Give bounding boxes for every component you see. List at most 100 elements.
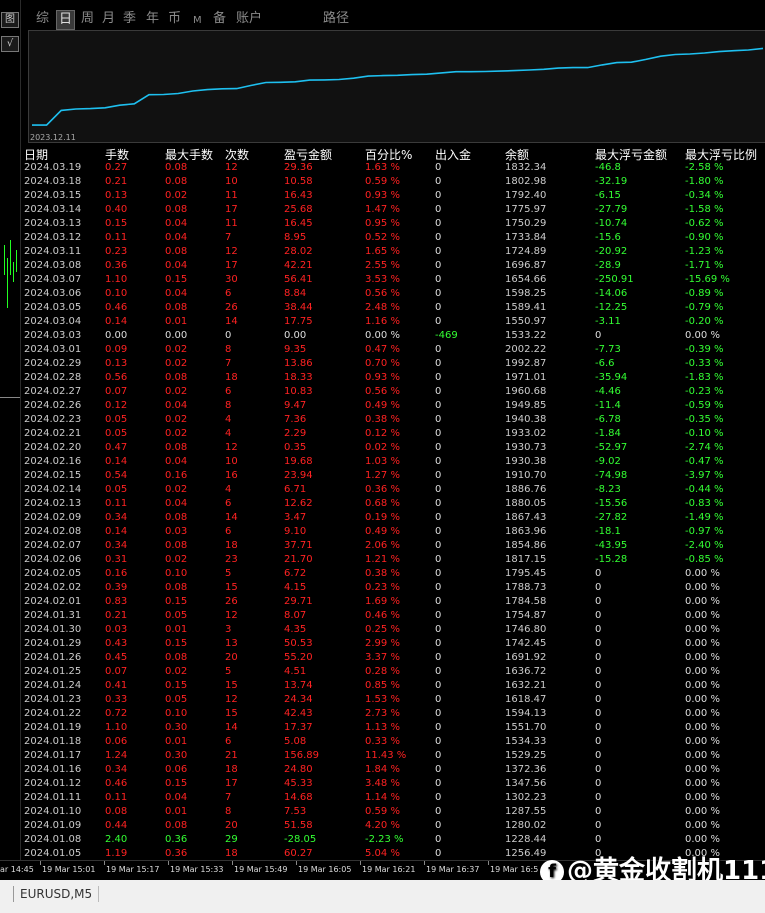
table-cell: 0.02 (165, 190, 188, 201)
table-cell: 29 (225, 834, 238, 845)
table-row[interactable]: 2024.02.05 0.16 0.10 5 6.72 0.38 % 0 1795.45 0 0.… (21, 567, 765, 581)
table-cell: 0.40 (105, 204, 128, 215)
table-row[interactable]: 2024.03.04 0.14 0.01 14 17.75 1.16 % 0 1550.97 -… (21, 315, 765, 329)
table-row[interactable]: 2024.01.16 0.34 0.06 18 24.80 1.84 % 0 1372.36 0… (21, 763, 765, 777)
table-row[interactable]: 2024.02.28 0.56 0.08 18 18.33 0.93 % 0 1971.01 -… (21, 371, 765, 385)
table-row[interactable]: 2024.03.01 0.09 0.02 8 9.35 0.47 % 0 2002.22 -7.… (21, 343, 765, 357)
table-row[interactable]: 2024.02.13 0.11 0.04 6 12.62 0.68 % 0 1880.05 -1… (21, 497, 765, 511)
table-row[interactable]: 2024.02.23 0.05 0.02 4 7.36 0.38 % 0 1940.38 -6.… (21, 413, 765, 427)
table-row[interactable]: 2024.02.27 0.07 0.02 6 10.83 0.56 % 0 1960.68 -4… (21, 385, 765, 399)
table-cell: 2024.03.12 (24, 232, 82, 243)
chart-mode-button[interactable]: 图 (1, 12, 19, 28)
table-row[interactable]: 2024.02.29 0.13 0.02 7 13.86 0.70 % 0 1992.87 -6… (21, 357, 765, 371)
table-cell: 4 (225, 484, 232, 495)
table-cell: 16 (225, 470, 238, 481)
table-row[interactable]: 2024.03.08 0.36 0.04 17 42.21 2.55 % 0 1696.87 -… (21, 259, 765, 273)
tab-8[interactable]: 备 (211, 10, 228, 28)
table-cell: 0 (435, 274, 442, 285)
table-cell: 0 (435, 554, 442, 565)
table-row[interactable]: 2024.02.16 0.14 0.04 10 19.68 1.03 % 0 1930.38 -… (21, 455, 765, 469)
tab-9[interactable]: 账户 (234, 10, 264, 28)
tab-0[interactable]: 综 (34, 10, 51, 28)
table-row[interactable]: 2024.01.25 0.07 0.02 5 4.51 0.28 % 0 1636.72 0 0.… (21, 665, 765, 679)
tab-2[interactable]: 周 (79, 10, 96, 28)
table-row[interactable]: 2024.02.14 0.05 0.02 4 6.71 0.36 % 0 1886.76 -8.… (21, 483, 765, 497)
table-row[interactable]: 2024.02.06 0.31 0.02 23 21.70 1.21 % 0 1817.15 -… (21, 553, 765, 567)
table-row[interactable]: 2024.02.08 0.14 0.03 6 9.10 0.49 % 0 1863.96 -18… (21, 525, 765, 539)
table-cell: 2002.22 (505, 344, 547, 355)
table-row[interactable]: 2024.01.30 0.03 0.01 3 4.35 0.25 % 0 1746.80 0 0.… (21, 623, 765, 637)
table-cell: 12 (225, 246, 238, 257)
table-row[interactable]: 2024.03.15 0.13 0.02 11 16.43 0.93 % 0 1792.40 -… (21, 189, 765, 203)
table-row[interactable]: 2024.02.01 0.83 0.15 26 29.71 1.69 % 0 1784.58 0… (21, 595, 765, 609)
table-row[interactable]: 2024.01.17 1.24 0.30 21 156.89 11.43 % 0 1529.2… (21, 749, 765, 763)
table-row[interactable]: 2024.01.24 0.41 0.15 15 13.74 0.85 % 0 1632.21 0… (21, 679, 765, 693)
table-row[interactable]: 2024.03.12 0.11 0.04 7 8.95 0.52 % 0 1733.84 -15… (21, 231, 765, 245)
table-cell: 0.36 (165, 834, 188, 845)
table-cell: 1347.56 (505, 778, 547, 789)
chart-tab-eurusd[interactable]: EURUSD,M5 (13, 886, 100, 902)
table-cell: 1589.41 (505, 302, 547, 313)
table-row[interactable]: 2024.03.06 0.10 0.04 6 8.84 0.56 % 0 1598.25 -14… (21, 287, 765, 301)
table-row[interactable]: 2024.01.22 0.72 0.10 15 42.43 2.73 % 0 1594.13 0… (21, 707, 765, 721)
table-row[interactable]: 2024.02.21 0.05 0.02 4 2.29 0.12 % 0 1933.02 -1.… (21, 427, 765, 441)
tab-5[interactable]: 年 (144, 10, 161, 28)
table-row[interactable]: 2024.03.03 0.00 0.00 0 0.00 0.00 % -469 1533.22… (21, 329, 765, 343)
table-cell: 0 (595, 764, 602, 775)
table-row[interactable]: 2024.01.23 0.33 0.05 12 24.34 1.53 % 0 1618.47 0… (21, 693, 765, 707)
table-row[interactable]: 2024.01.29 0.43 0.15 13 50.53 2.99 % 0 1742.45 0… (21, 637, 765, 651)
check-toggle-button[interactable]: √ (1, 36, 19, 52)
table-row[interactable]: 2024.02.26 0.12 0.04 8 9.47 0.49 % 0 1949.85 -11… (21, 399, 765, 413)
table-cell: 6 (225, 498, 232, 509)
table-row[interactable]: 2024.01.26 0.45 0.08 20 55.20 3.37 % 0 1691.92 0… (21, 651, 765, 665)
table-row[interactable]: 2024.01.09 0.44 0.08 20 51.58 4.20 % 0 1280.02 0… (21, 819, 765, 833)
table-row[interactable]: 2024.03.05 0.46 0.08 26 38.44 2.48 % 0 1589.41 -… (21, 301, 765, 315)
table-row[interactable]: 2024.01.11 0.11 0.04 7 14.68 1.14 % 0 1302.23 0 0… (21, 791, 765, 805)
tab-7[interactable]: M (191, 12, 204, 30)
table-cell: 1.63 % (365, 162, 400, 173)
table-cell: 0.56 % (365, 386, 400, 397)
table-row[interactable]: 2024.02.09 0.34 0.08 14 3.47 0.19 % 0 1867.43 -2… (21, 511, 765, 525)
table-cell: -0.39 % (685, 344, 724, 355)
table-cell: 0.02 (165, 386, 188, 397)
table-cell: 1960.68 (505, 386, 547, 397)
table-row[interactable]: 2024.03.11 0.23 0.08 12 28.02 1.65 % 0 1724.89 -… (21, 245, 765, 259)
table-cell: 2024.02.27 (24, 386, 82, 397)
table-cell: -2.40 % (685, 540, 724, 551)
table-cell: 2.48 % (365, 302, 400, 313)
tab-6[interactable]: 币 (166, 10, 183, 28)
time-label: 19 Mar 16:05 (298, 865, 352, 874)
table-cell: -6.6 (595, 358, 615, 369)
table-row[interactable]: 2024.02.02 0.39 0.08 15 4.15 0.23 % 0 1788.73 0 0… (21, 581, 765, 595)
table-row[interactable]: 2024.03.14 0.40 0.08 17 25.68 1.47 % 0 1775.97 -… (21, 203, 765, 217)
table-cell: 0.12 (105, 400, 128, 411)
table-row[interactable]: 2024.01.18 0.06 0.01 6 5.08 0.33 % 0 1534.33 0 0.… (21, 735, 765, 749)
table-cell: 0 (435, 372, 442, 383)
table-cell: 0 (435, 750, 442, 761)
table-row[interactable]: 2024.03.19 0.27 0.08 12 29.36 1.63 % 0 1832.34 -… (21, 161, 765, 175)
tab-10[interactable]: 路径 (321, 10, 351, 28)
table-cell: 0 (595, 792, 602, 803)
table-cell: 0.00 % (685, 330, 720, 341)
table-cell: -4.46 (595, 386, 621, 397)
table-cell: 42.43 (284, 708, 313, 719)
table-cell: 6 (225, 526, 232, 537)
table-row[interactable]: 2024.01.12 0.46 0.15 17 45.33 3.48 % 0 1347.56 0… (21, 777, 765, 791)
table-row[interactable]: 2024.02.07 0.34 0.08 18 37.71 2.06 % 0 1854.86 -… (21, 539, 765, 553)
table-cell: 1632.21 (505, 680, 547, 691)
tab-3[interactable]: 月 (100, 10, 117, 28)
table-row[interactable]: 2024.01.31 0.21 0.05 12 8.07 0.46 % 0 1754.87 0 0… (21, 609, 765, 623)
tab-4[interactable]: 季 (121, 10, 138, 28)
table-cell: 0.72 (105, 708, 128, 719)
table-row[interactable]: 2024.02.15 0.54 0.16 16 23.94 1.27 % 0 1910.70 -… (21, 469, 765, 483)
table-row[interactable]: 2024.02.20 0.47 0.08 12 0.35 0.02 % 0 1930.73 -5… (21, 441, 765, 455)
table-row[interactable]: 2024.03.18 0.21 0.08 10 10.58 0.59 % 0 1802.98 -… (21, 175, 765, 189)
table-row[interactable]: 2024.01.08 2.40 0.36 29 -28.05 -2.23 % 0 1228.4… (21, 833, 765, 847)
table-cell: -2.74 % (685, 442, 724, 453)
table-row[interactable]: 2024.03.07 1.10 0.15 30 56.41 3.53 % 0 1654.66 -… (21, 273, 765, 287)
table-row[interactable]: 2024.01.19 1.10 0.30 14 17.37 1.13 % 0 1551.70 0… (21, 721, 765, 735)
tab-1[interactable]: 日 (56, 10, 76, 30)
table-row[interactable]: 2024.01.10 0.08 0.01 8 7.53 0.59 % 0 1287.55 0 0.… (21, 805, 765, 819)
table-row[interactable]: 2024.03.13 0.15 0.04 11 16.45 0.95 % 0 1750.29 -… (21, 217, 765, 231)
table-cell: 0 (595, 596, 602, 607)
